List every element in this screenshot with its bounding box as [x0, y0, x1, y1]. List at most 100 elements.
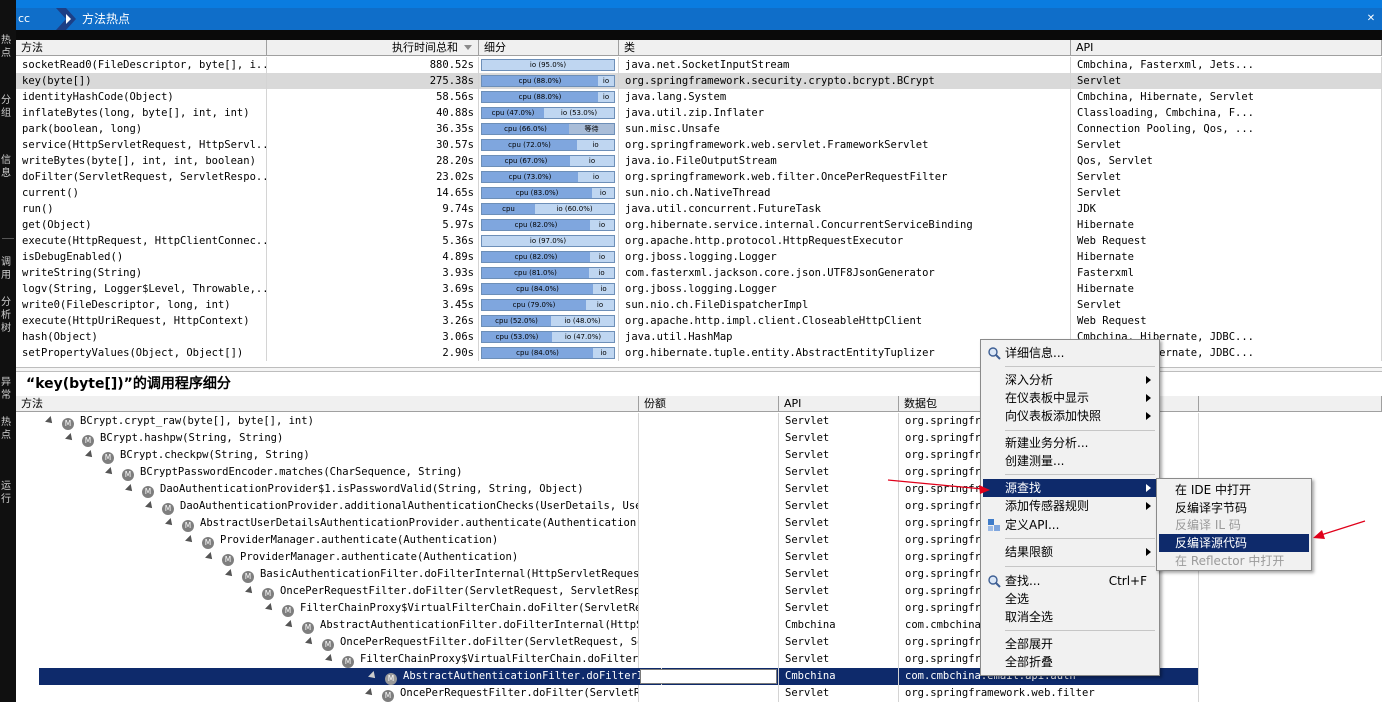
menu-item-create-measure[interactable]: 创建测量... [983, 452, 1157, 470]
submenu-item-open-in-ide[interactable]: 在 IDE 中打开 [1159, 481, 1309, 499]
tree-expander-icon[interactable] [65, 433, 75, 443]
column-header-method[interactable]: 方法 [16, 396, 639, 412]
table-row[interactable]: identityHashCode(Object) 58.56s cpu (88.0%… [16, 89, 1382, 105]
tree-expander-icon[interactable] [185, 535, 195, 545]
left-strip-item[interactable]: 热点 [1, 416, 15, 442]
column-header-class[interactable]: 类 [619, 40, 1071, 56]
tree-row[interactable]: M BCrypt.crypt_raw(byte[], byte[], int) Se… [16, 413, 1382, 430]
cpu-segment: cpu (73.0%) [482, 172, 578, 182]
table-row[interactable]: inflateBytes(long, byte[], int, int) 40.8… [16, 105, 1382, 121]
menu-item-add-to-dashboard[interactable]: 向仪表板添加快照 [983, 407, 1157, 425]
menu-item-show-in-dashboard[interactable]: 在仪表板中显示 [983, 389, 1157, 407]
left-strip-item[interactable]: 分组 [1, 94, 15, 120]
menu-item-source-lookup[interactable]: 源查找 [983, 479, 1157, 497]
table-row[interactable]: key(byte[]) 275.38s cpu (88.0%) io org.sprin… [16, 73, 1382, 89]
tree-method-cell: M AbstractUserDetailsAuthenticationProvid… [16, 515, 639, 532]
menu-item-details[interactable]: 详细信息... [983, 344, 1157, 362]
tree-row[interactable]: M BCrypt.hashpw(String, String) Servlet org… [16, 430, 1382, 447]
share-cell [639, 600, 779, 617]
api-cell: Servlet [779, 413, 899, 430]
tree-expander-icon[interactable] [368, 671, 378, 681]
cpu-segment: cpu (81.0%) [482, 268, 589, 278]
tree-expander-icon[interactable] [265, 603, 275, 613]
tree-expander-icon[interactable] [305, 637, 315, 647]
close-icon[interactable]: ✕ [1363, 11, 1379, 27]
submenu-item-open-in-reflector: 在 Reflector 中打开 [1175, 554, 1285, 568]
menu-item-define-api[interactable]: 定义API... [983, 516, 1157, 534]
menu-item-new-business-analysis[interactable]: 新建业务分析... [983, 434, 1157, 452]
left-strip-item[interactable]: 分析树 [1, 296, 15, 335]
api-cell: Servlet [779, 566, 899, 583]
window-accent-strip [16, 0, 1382, 8]
table-row[interactable]: execute(HttpUriRequest, HttpContext) 3.26… [16, 313, 1382, 329]
tree-expander-icon[interactable] [205, 552, 215, 562]
tree-expander-icon[interactable] [45, 416, 55, 426]
tree-expander-icon[interactable] [105, 467, 115, 477]
tree-expander-icon[interactable] [225, 569, 235, 579]
tree-expander-icon[interactable] [245, 586, 255, 596]
menu-item-find[interactable]: 查找... Ctrl+F [983, 572, 1157, 590]
table-row[interactable]: doFilter(ServletRequest, ServletRespo...… [16, 169, 1382, 185]
submenu-item-decompile-source[interactable]: 反编译源代码 [1159, 534, 1309, 552]
tree-method-label: FilterChainProxy$VirtualFilterChain.doFi… [360, 653, 639, 665]
left-strip-item[interactable]: 热点 [1, 34, 15, 60]
breakdown-cell: cpu (82.0%) io [479, 217, 619, 233]
tree-row[interactable]: M FilterChainProxy$VirtualFilterChain.doF… [16, 651, 1382, 668]
tree-expander-icon[interactable] [85, 450, 95, 460]
tree-row[interactable]: M BCrypt.checkpw(String, String) Servlet or… [16, 447, 1382, 464]
column-header-api[interactable]: API [779, 396, 899, 412]
io-segment: io (97.0%) [482, 236, 614, 246]
tree-row[interactable]: M FilterChainProxy$VirtualFilterChain.doF… [16, 600, 1382, 617]
table-row[interactable]: setPropertyValues(Object, Object[]) 2.90s… [16, 345, 1382, 361]
column-header-share[interactable]: 份额 [639, 396, 779, 412]
breakdown-cell: cpu (83.0%) io [479, 185, 619, 201]
column-header-method[interactable]: 方法 [16, 40, 267, 56]
table-row[interactable]: isDebugEnabled() 4.89s cpu (82.0%) io org.jb… [16, 249, 1382, 265]
column-header-time[interactable]: 执行时间总和 [267, 40, 479, 56]
table-row[interactable]: writeBytes(byte[], int, int, boolean) 28.… [16, 153, 1382, 169]
left-strip-item[interactable]: 信息 [1, 154, 15, 180]
left-strip-item[interactable]: 异常 [1, 376, 15, 402]
table-row[interactable]: writeString(String) 3.93s cpu (81.0%) io com… [16, 265, 1382, 281]
tree-expander-icon[interactable] [325, 654, 335, 664]
tree-expander-icon[interactable] [145, 501, 155, 511]
tree-row[interactable]: M OncePerRequestFilter.doFilter(ServletRe… [16, 634, 1382, 651]
table-row[interactable]: current() 14.65s cpu (83.0%) io sun.nio.ch.N… [16, 185, 1382, 201]
tree-row[interactable]: M OncePerRequestFilter.doFilter(ServletRe… [16, 685, 1382, 702]
cpu-segment: cpu (84.0%) [482, 284, 593, 294]
api-cell: Servlet [1071, 137, 1382, 153]
chevron-right-icon[interactable] [56, 8, 78, 30]
menu-item-select-all[interactable]: 全选 [983, 590, 1157, 608]
column-header-api[interactable]: API [1071, 40, 1382, 56]
table-row[interactable]: socketRead0(FileDescriptor, byte[], i...… [16, 57, 1382, 73]
table-row[interactable]: service(HttpServletRequest, HttpServl...… [16, 137, 1382, 153]
submenu-item-decompile-bytecode[interactable]: 反编译字节码 [1159, 499, 1309, 517]
menu-item-expand-all[interactable]: 全部展开 [983, 635, 1157, 653]
tree-expander-icon[interactable] [125, 484, 135, 494]
tree-row[interactable]: M AbstractAuthenticationFilter.doFilterIn… [16, 617, 1382, 634]
table-row[interactable]: get(Object) 5.97s cpu (82.0%) io org.hiberna… [16, 217, 1382, 233]
menu-item-drill-down[interactable]: 深入分析 [983, 371, 1157, 389]
submenu-arrow-icon [1146, 548, 1151, 556]
breakdown-bar: cpu (47.0%) io (53.0%) [481, 107, 615, 119]
menu-item-result-limit[interactable]: 结果限额 [983, 543, 1157, 561]
left-strip-item[interactable]: 运行 [1, 480, 15, 506]
table-row[interactable]: execute(HttpRequest, HttpClientConnec...… [16, 233, 1382, 249]
share-cell [639, 481, 779, 498]
tree-expander-icon[interactable] [165, 518, 175, 528]
menu-item-deselect-all[interactable]: 取消全选 [983, 608, 1157, 626]
tree-method-label: BCryptPasswordEncoder.matches(CharSequen… [140, 466, 463, 478]
tree-row[interactable]: M OncePerRequestFilter.doFilter(ServletRe… [16, 583, 1382, 600]
menu-item-collapse-all[interactable]: 全部折叠 [983, 653, 1157, 671]
table-row[interactable]: write0(FileDescriptor, long, int) 3.45s cp… [16, 297, 1382, 313]
table-row[interactable]: hash(Object) 3.06s cpu (53.0%) io (47.0%) ja… [16, 329, 1382, 345]
tree-expander-icon[interactable] [285, 620, 295, 630]
left-strip-item[interactable]: 调用 [1, 256, 15, 282]
column-header-breakdown[interactable]: 细分 [479, 40, 619, 56]
tree-expander-icon[interactable] [365, 688, 375, 698]
table-row[interactable]: logv(String, Logger$Level, Throwable,...… [16, 281, 1382, 297]
table-row[interactable]: run() 9.74s cpu io (60.0%) java.util.concurr… [16, 201, 1382, 217]
tree-method-label: DaoAuthenticationProvider$1.isPasswordVa… [160, 483, 584, 495]
menu-item-add-sensor-rule[interactable]: 添加传感器规则 [983, 497, 1157, 515]
table-row[interactable]: park(boolean, long) 36.35s cpu (66.0%) 等待 su… [16, 121, 1382, 137]
